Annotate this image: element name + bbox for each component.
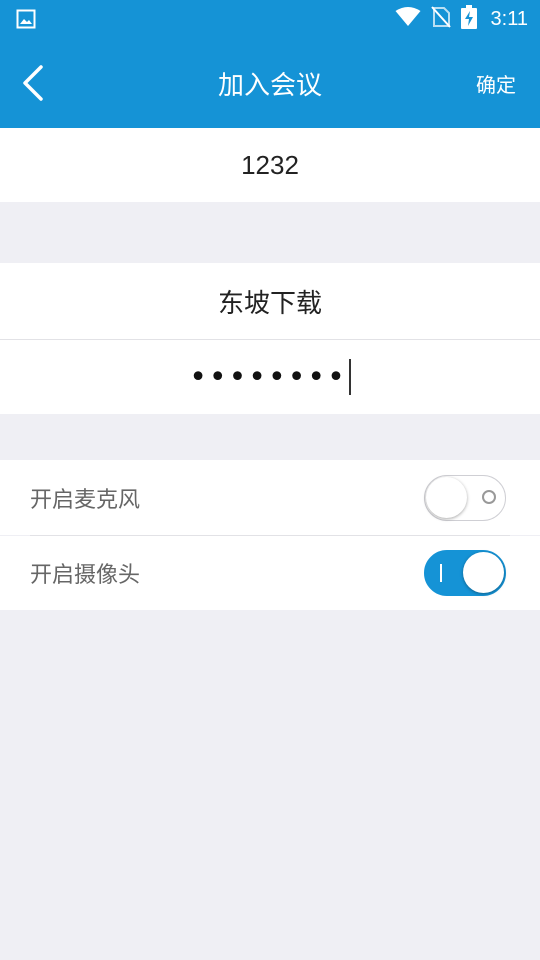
status-bar: 3:11 bbox=[0, 0, 540, 38]
page-title: 加入会议 bbox=[217, 70, 322, 101]
password-field[interactable]: •••••••• bbox=[189, 359, 351, 395]
status-clock: 3:11 bbox=[490, 7, 528, 30]
toggle-knob bbox=[426, 476, 467, 518]
toggle-on-indicator-icon bbox=[440, 564, 442, 582]
camera-toggle[interactable] bbox=[424, 550, 506, 596]
image-notification-icon bbox=[16, 9, 36, 33]
setting-row-camera: 开启摄像头 bbox=[0, 536, 540, 610]
microphone-label: 开启麦克风 bbox=[30, 487, 141, 513]
back-button[interactable] bbox=[12, 60, 52, 106]
text-caret bbox=[348, 359, 351, 395]
app-header: 加入会议 确定 bbox=[0, 38, 540, 128]
meeting-name-row[interactable]: 东坡下载 bbox=[0, 263, 540, 339]
chevron-left-icon bbox=[23, 65, 43, 101]
password-value: •••••••• bbox=[189, 359, 347, 395]
password-row[interactable]: •••••••• bbox=[0, 340, 540, 414]
confirm-button[interactable]: 确定 bbox=[476, 38, 516, 128]
camera-label: 开启摄像头 bbox=[30, 563, 141, 588]
app-root: 3:11 加入会议 确定 1232 东坡下载 •••••••• 开启麦克风 开启… bbox=[0, 0, 540, 960]
setting-row-microphone: 开启麦克风 bbox=[0, 460, 540, 535]
microphone-toggle[interactable] bbox=[424, 474, 506, 521]
wifi-icon bbox=[395, 7, 421, 31]
meeting-id-field[interactable]: 1232 bbox=[241, 150, 299, 181]
battery-charging-icon bbox=[460, 5, 477, 33]
toggle-knob bbox=[463, 552, 504, 593]
display-name-field[interactable]: 东坡下载 bbox=[218, 283, 322, 320]
toggle-off-indicator-icon bbox=[482, 489, 496, 504]
no-sim-icon bbox=[430, 6, 451, 32]
meeting-id-row[interactable]: 1232 bbox=[0, 128, 540, 202]
